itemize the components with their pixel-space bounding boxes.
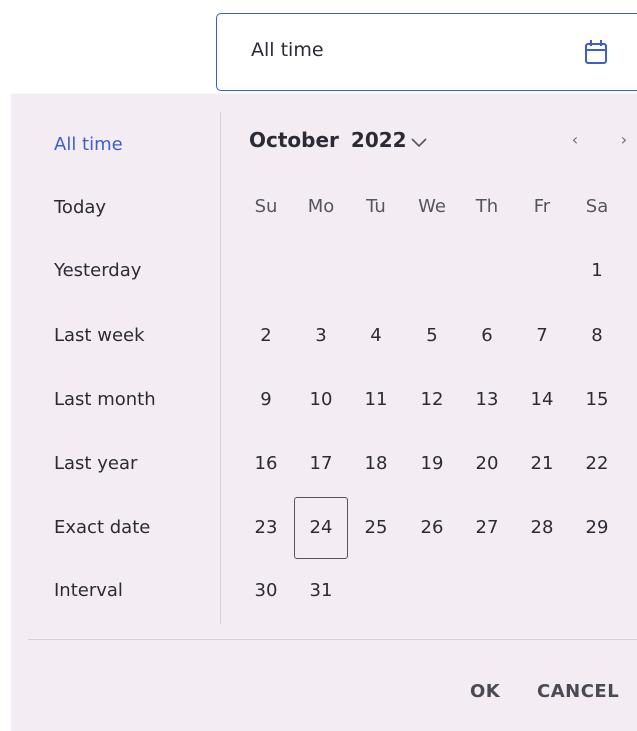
calendar-day-8[interactable]: 8 [577,325,617,346]
calendar-icon[interactable] [583,38,609,66]
calendar-day-6[interactable]: 6 [467,325,507,346]
preset-interval[interactable]: Interval [54,580,123,601]
calendar-day-9[interactable]: 9 [246,389,286,410]
calendar-day-24[interactable]: 24 [294,497,348,559]
preset-yesterday[interactable]: Yesterday [54,260,141,281]
calendar-day-16[interactable]: 16 [246,453,286,474]
preset-last-week[interactable]: Last week [54,325,145,346]
horizontal-divider [28,639,637,640]
date-picker-panel: All time Today Yesterday Last week Last … [12,94,637,731]
calendar-day-31[interactable]: 31 [301,580,341,601]
weekday-we: We [418,196,446,217]
preset-today[interactable]: Today [54,197,106,218]
chevron-down-icon [411,137,427,147]
cancel-button[interactable]: CANCEL [537,681,619,702]
calendar-day-15[interactable]: 15 [577,389,617,410]
weekday-mo: Mo [307,196,335,217]
ok-button[interactable]: OK [470,681,500,702]
preset-last-month[interactable]: Last month [54,389,156,410]
calendar-day-2[interactable]: 2 [246,325,286,346]
year-label: 2022 [350,128,407,152]
calendar-day-25[interactable]: 25 [356,517,396,538]
month-label: October [249,128,339,152]
calendar-day-18[interactable]: 18 [356,453,396,474]
calendar-day-27[interactable]: 27 [467,517,507,538]
calendar-day-19[interactable]: 19 [412,453,452,474]
calendar-day-12[interactable]: 12 [412,389,452,410]
calendar-day-23[interactable]: 23 [246,517,286,538]
date-range-input[interactable]: All time [216,13,637,91]
calendar-day-20[interactable]: 20 [467,453,507,474]
calendar-day-5[interactable]: 5 [412,325,452,346]
next-month-button[interactable]: › [614,130,634,150]
calendar-day-30[interactable]: 30 [246,580,286,601]
calendar-day-7[interactable]: 7 [522,325,562,346]
preset-last-year[interactable]: Last year [54,453,137,474]
month-year-selector[interactable]: October 2022 [249,128,429,152]
calendar-day-28[interactable]: 28 [522,517,562,538]
vertical-divider [220,112,221,624]
date-picker-root: All time All time Today Yesterday Last w… [0,0,637,731]
calendar-day-26[interactable]: 26 [412,517,452,538]
calendar-day-14[interactable]: 14 [522,389,562,410]
preset-all-time[interactable]: All time [54,134,123,155]
calendar-day-1[interactable]: 1 [577,260,617,281]
weekday-th: Th [475,196,499,217]
weekday-su: Su [254,196,278,217]
weekday-sa: Sa [585,196,609,217]
calendar-day-13[interactable]: 13 [467,389,507,410]
calendar-day-10[interactable]: 10 [301,389,341,410]
date-input-value: All time [251,39,324,61]
calendar-day-4[interactable]: 4 [356,325,396,346]
calendar-day-3[interactable]: 3 [301,325,341,346]
prev-month-button[interactable]: ‹ [565,130,585,150]
calendar-day-17[interactable]: 17 [301,453,341,474]
calendar-day-21[interactable]: 21 [522,453,562,474]
calendar-day-22[interactable]: 22 [577,453,617,474]
weekday-fr: Fr [533,196,551,217]
calendar-day-29[interactable]: 29 [577,517,617,538]
calendar-day-11[interactable]: 11 [356,389,396,410]
preset-exact-date[interactable]: Exact date [54,517,150,538]
weekday-tu: Tu [366,196,386,217]
